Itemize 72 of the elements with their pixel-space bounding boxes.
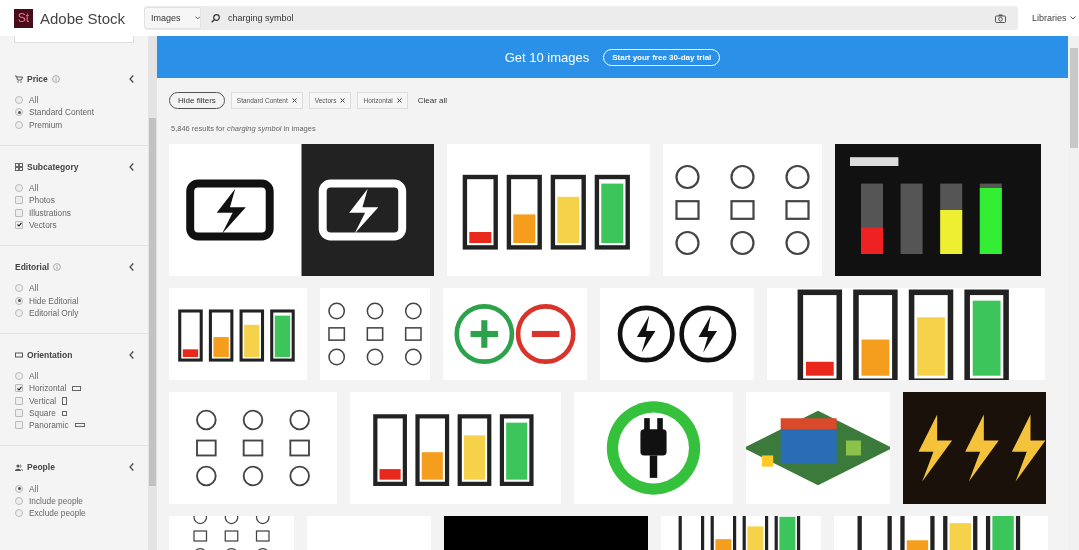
- radio-button[interactable]: [15, 372, 23, 381]
- radio-button[interactable]: [15, 184, 23, 193]
- filter-option-label: All: [29, 283, 39, 294]
- checkbox[interactable]: [15, 384, 23, 393]
- portrait-shape-icon: [62, 396, 68, 405]
- search-icon: [211, 13, 220, 23]
- landscape-shape-icon: [72, 385, 82, 391]
- filter-option-label: Include people: [29, 495, 83, 506]
- landscape-shape-icon: [74, 423, 85, 428]
- filter-title: People: [27, 462, 55, 473]
- filter-option-label: Vertical: [29, 395, 57, 406]
- scrollbar-thumb[interactable]: [1070, 48, 1078, 148]
- checkbox[interactable]: [15, 196, 23, 205]
- filter-title: Editorial: [15, 262, 49, 273]
- radio-button[interactable]: [15, 496, 23, 505]
- grid-icon: [15, 162, 23, 171]
- scrollbar-thumb[interactable]: [149, 118, 156, 486]
- filter-option-label: Hide Editorial: [29, 295, 79, 306]
- camera-icon[interactable]: [995, 13, 1006, 23]
- filter-option-label: Panoramic: [29, 420, 69, 431]
- filter-option-label: Square: [29, 408, 56, 418]
- filter-option-label: Photos: [29, 195, 55, 206]
- radio-button[interactable]: [15, 96, 23, 105]
- filter-field[interactable]: [14, 36, 134, 43]
- filter-option-label: All: [29, 371, 39, 382]
- chevron-down-icon: [1069, 16, 1076, 20]
- libraries-menu[interactable]: Libraries: [1032, 13, 1076, 23]
- filter-option-label: Illustrations: [29, 207, 71, 218]
- collapse-chevron-icon[interactable]: [129, 263, 134, 272]
- filter-option-label: Vectors: [29, 219, 57, 230]
- cart-icon: [15, 75, 23, 83]
- banner-text: Get 10 images: [504, 49, 590, 65]
- radio-button[interactable]: [15, 308, 23, 317]
- filter-option-label: Premium: [29, 119, 63, 130]
- logo-text: Adobe Stock: [40, 9, 127, 27]
- radio-button[interactable]: [15, 296, 23, 305]
- filter-title: Subcategory: [27, 161, 79, 172]
- search-type-dropdown[interactable]: Images: [144, 7, 201, 29]
- filter-title: Orientation: [27, 349, 73, 360]
- close-icon[interactable]: [396, 98, 402, 103]
- filter-title: Price: [27, 74, 48, 84]
- checkbox[interactable]: [15, 421, 23, 430]
- close-icon[interactable]: [340, 98, 346, 103]
- search-field[interactable]: charging symbol: [228, 13, 995, 23]
- radio-button[interactable]: [15, 108, 23, 117]
- checkbox[interactable]: [15, 220, 23, 229]
- collapse-chevron-icon[interactable]: [129, 162, 134, 171]
- radio-button[interactable]: [15, 484, 23, 493]
- filter-option-label: All: [29, 95, 39, 106]
- rectangle-icon: [15, 351, 23, 358]
- filter-option-label: All: [29, 183, 39, 194]
- filter-option-label: Editorial Only: [29, 307, 79, 318]
- filter-option-label: All: [29, 483, 39, 494]
- people-icon: [15, 463, 23, 471]
- collapse-chevron-icon[interactable]: [129, 350, 134, 359]
- chevron-down-icon: [194, 16, 200, 20]
- checkbox[interactable]: [15, 409, 23, 417]
- checkbox[interactable]: [15, 396, 23, 405]
- collapse-chevron-icon[interactable]: [129, 75, 134, 83]
- radio-button[interactable]: [15, 120, 23, 129]
- search-bar[interactable]: Images charging symbol: [144, 6, 1018, 30]
- clear-all-link[interactable]: Clear all: [417, 96, 448, 105]
- logo-mark[interactable]: St: [14, 8, 33, 28]
- radio-button[interactable]: [15, 509, 23, 518]
- square-shape-icon: [61, 410, 67, 416]
- collapse-chevron-icon[interactable]: [129, 463, 134, 472]
- radio-button[interactable]: [15, 284, 23, 293]
- close-icon[interactable]: [291, 98, 297, 103]
- checkbox[interactable]: [15, 208, 23, 217]
- filter-option-label: Standard Content: [29, 107, 95, 118]
- filter-option-label: Horizontal: [29, 383, 67, 394]
- filter-option-label: Exclude people: [29, 508, 86, 519]
